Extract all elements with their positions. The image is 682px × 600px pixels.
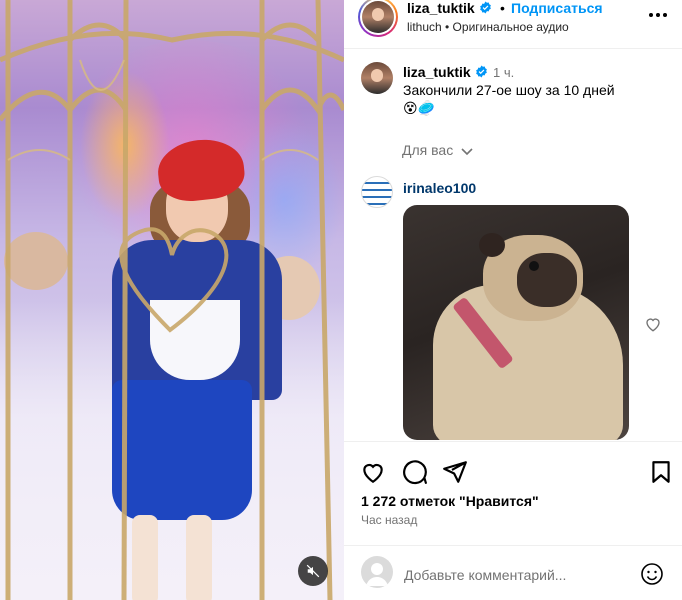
- caption-timestamp[interactable]: 1 ч.: [493, 65, 514, 80]
- caption-avatar[interactable]: [361, 62, 393, 94]
- commenter-avatar[interactable]: [361, 176, 393, 208]
- pug-eye: [529, 261, 539, 271]
- pug-muzzle: [517, 253, 577, 307]
- like-count[interactable]: 1 272 отметок "Нравится": [361, 493, 539, 509]
- comment-like-heart-icon[interactable]: [644, 315, 662, 333]
- golden-cage: [0, 0, 344, 600]
- caption-emojis: 😵🥏: [403, 100, 436, 116]
- current-user-avatar: [361, 556, 393, 588]
- share-icon[interactable]: [442, 459, 468, 485]
- story-avatar[interactable]: [358, 0, 398, 37]
- author-username[interactable]: liza_tuktik: [407, 0, 492, 16]
- caption-username[interactable]: liza_tuktik: [403, 64, 488, 80]
- post-side-panel: liza_tuktik • Подписаться lithuch • Ориг…: [344, 0, 682, 600]
- for-you-dropdown[interactable]: Для вас: [402, 142, 473, 158]
- chevron-down-icon: [461, 148, 473, 156]
- caption-text: Закончили 27-ое шоу за 10 дней: [403, 82, 615, 98]
- default-user-icon: [366, 563, 388, 586]
- verified-badge-icon: [479, 1, 491, 14]
- speaker-muted-icon: [306, 564, 320, 578]
- for-you-label: Для вас: [402, 142, 454, 158]
- caption-username-text[interactable]: liza_tuktik: [403, 64, 471, 80]
- add-comment-bar: [344, 545, 682, 600]
- post-timestamp[interactable]: Час назад: [361, 513, 417, 527]
- post-header: liza_tuktik • Подписаться lithuch • Ориг…: [344, 0, 682, 49]
- commenter-username[interactable]: irinaleo100: [403, 180, 476, 196]
- comment-input[interactable]: [404, 565, 624, 585]
- audio-credit[interactable]: lithuch • Оригинальное аудио: [407, 20, 569, 34]
- comment-icon[interactable]: [402, 459, 428, 485]
- author-username-text[interactable]: liza_tuktik: [407, 0, 475, 16]
- post-video[interactable]: [0, 0, 344, 600]
- heart-icon[interactable]: [360, 459, 386, 485]
- bookmark-icon[interactable]: [648, 459, 674, 485]
- emoji-smiley-icon[interactable]: [640, 562, 664, 586]
- pug-gif[interactable]: [403, 205, 629, 440]
- follow-button[interactable]: Подписаться: [511, 0, 603, 16]
- verified-badge-icon: [475, 65, 487, 78]
- pug-ear: [479, 233, 505, 257]
- separator-dot: •: [500, 0, 505, 16]
- more-horizontal-icon[interactable]: [648, 9, 668, 21]
- avatar: [362, 1, 394, 33]
- mute-toggle-button[interactable]: [298, 556, 328, 586]
